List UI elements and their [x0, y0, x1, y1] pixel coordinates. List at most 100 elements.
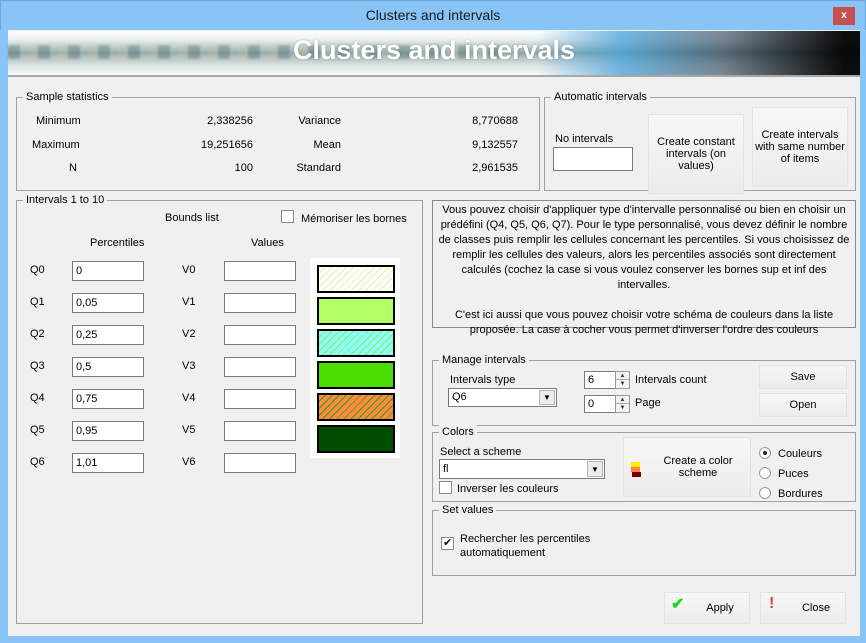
maximum-value: 19,251656	[201, 139, 253, 151]
value-input[interactable]	[224, 389, 296, 409]
display-mode-label: Couleurs	[778, 448, 823, 460]
percentile-label: Q4	[30, 392, 45, 404]
select-scheme-label: Select a scheme	[440, 446, 522, 458]
create-color-scheme-button[interactable]: Create a color scheme	[623, 437, 751, 497]
auto-percentiles-checkbox[interactable]	[441, 536, 454, 550]
intervals-count-stepper[interactable]: 6 ▲ ▼	[584, 371, 630, 389]
value-input[interactable]	[224, 453, 296, 473]
percentiles-header: Percentiles	[90, 237, 145, 249]
color-swatch[interactable]	[317, 265, 395, 293]
display-mode-label: Puces	[778, 468, 809, 480]
percentile-input[interactable]	[72, 261, 144, 281]
intervals-count-input[interactable]: 6	[584, 371, 616, 389]
value-input[interactable]	[224, 421, 296, 441]
display-mode-radio[interactable]	[759, 447, 771, 459]
manage-intervals-group: Manage intervals Intervals type Q6 ▼ 6 ▲…	[432, 353, 856, 426]
apply-button[interactable]: ✔ Apply	[664, 592, 750, 624]
sample-statistics-group: Sample statistics Minimum 2,338256 Maxim…	[16, 90, 540, 191]
display-mode-radio[interactable]	[759, 467, 771, 479]
page-input[interactable]: 0	[584, 395, 616, 413]
value-input[interactable]	[224, 357, 296, 377]
percentile-input[interactable]	[72, 421, 144, 441]
percentile-input[interactable]	[72, 325, 144, 345]
page-label: Page	[635, 397, 661, 409]
value-label: V6	[182, 456, 196, 468]
minimum-label: Minimum	[36, 115, 81, 127]
close-window-button[interactable]: x	[833, 7, 855, 25]
no-intervals-input[interactable]	[553, 147, 633, 171]
variance-value: 8,770688	[472, 115, 518, 127]
intervals-type-value: Q6	[452, 391, 467, 403]
intervals-type-select[interactable]: Q6 ▼	[448, 388, 557, 407]
memorize-bounds-label: Mémoriser les bornes	[301, 213, 407, 225]
header-banner: Clusters and intervals	[8, 31, 860, 77]
close-label: Close	[801, 602, 831, 614]
percentile-label: Q2	[30, 328, 45, 340]
color-swatches	[310, 258, 400, 458]
chevron-down-icon[interactable]: ▼	[587, 461, 603, 477]
manage-intervals-legend: Manage intervals	[439, 353, 529, 367]
percentile-label: Q1	[30, 296, 45, 308]
percentile-label: Q3	[30, 360, 45, 372]
memorize-bounds-checkbox[interactable]	[281, 210, 294, 223]
palette-icon	[631, 462, 641, 480]
color-swatch[interactable]	[317, 361, 395, 389]
value-label: V4	[182, 392, 196, 404]
exclamation-icon: !	[769, 595, 775, 612]
color-swatch[interactable]	[317, 425, 395, 453]
value-label: V2	[182, 328, 196, 340]
chevron-down-icon[interactable]: ▼	[539, 390, 555, 405]
page-stepper[interactable]: 0 ▲ ▼	[584, 395, 630, 413]
close-button[interactable]: ! Close	[760, 592, 846, 624]
variance-label: Variance	[298, 115, 341, 127]
apply-label: Apply	[706, 602, 734, 614]
percentile-input[interactable]	[72, 453, 144, 473]
decrement-icon[interactable]: ▼	[616, 404, 629, 412]
sample-statistics-legend: Sample statistics	[23, 90, 112, 104]
automatic-intervals-legend: Automatic intervals	[551, 90, 650, 104]
value-input[interactable]	[224, 293, 296, 313]
increment-icon[interactable]: ▲	[616, 396, 629, 404]
color-scheme-select[interactable]: fl ▼	[439, 459, 605, 479]
increment-icon[interactable]: ▲	[616, 372, 629, 380]
create-same-items-intervals-label: Create intervals with same number of ite…	[755, 129, 845, 165]
value-label: V1	[182, 296, 196, 308]
set-values-group: Set values Rechercher les percentiles au…	[432, 503, 856, 576]
maximum-label: Maximum	[32, 139, 80, 151]
display-mode-radio[interactable]	[759, 487, 771, 499]
set-values-legend: Set values	[439, 503, 497, 517]
save-button[interactable]: Save	[759, 365, 847, 389]
decrement-icon[interactable]: ▼	[616, 380, 629, 388]
percentile-input[interactable]	[72, 293, 144, 313]
values-header: Values	[251, 237, 284, 249]
dialog-body: Clusters and intervals Sample statistics…	[8, 30, 860, 636]
checkmark-icon: ✔	[671, 596, 685, 613]
intervals-type-label: Intervals type	[450, 374, 516, 386]
open-button[interactable]: Open	[759, 393, 847, 417]
mean-value: 9,132557	[472, 139, 518, 151]
mean-label: Mean	[313, 139, 341, 151]
color-swatch[interactable]	[317, 329, 395, 357]
percentile-input[interactable]	[72, 357, 144, 377]
value-input[interactable]	[224, 325, 296, 345]
window-title: Clusters and intervals	[365, 7, 501, 23]
close-icon: x	[841, 10, 847, 21]
help-text-box: Vous pouvez choisir d'appliquer type d'i…	[432, 200, 856, 336]
color-swatch[interactable]	[317, 393, 395, 421]
percentile-label: Q0	[30, 264, 45, 276]
n-value: 100	[234, 162, 253, 174]
no-intervals-label: No intervals	[555, 133, 614, 145]
create-constant-intervals-button[interactable]: Create constant intervals (on values)	[648, 114, 744, 194]
bounds-list-label: Bounds list	[165, 212, 219, 224]
title-bar: Clusters and intervals x	[0, 0, 866, 30]
create-same-items-intervals-button[interactable]: Create intervals with same number of ite…	[752, 107, 848, 187]
intervals-count-label: Intervals count	[635, 374, 707, 386]
value-input[interactable]	[224, 261, 296, 281]
invert-colors-checkbox[interactable]	[439, 481, 452, 494]
percentile-input[interactable]	[72, 389, 144, 409]
create-color-scheme-label: Create a color scheme	[663, 455, 733, 479]
value-label: V0	[182, 264, 196, 276]
color-scheme-value: fl	[443, 463, 449, 475]
value-label: V5	[182, 424, 196, 436]
color-swatch[interactable]	[317, 297, 395, 325]
